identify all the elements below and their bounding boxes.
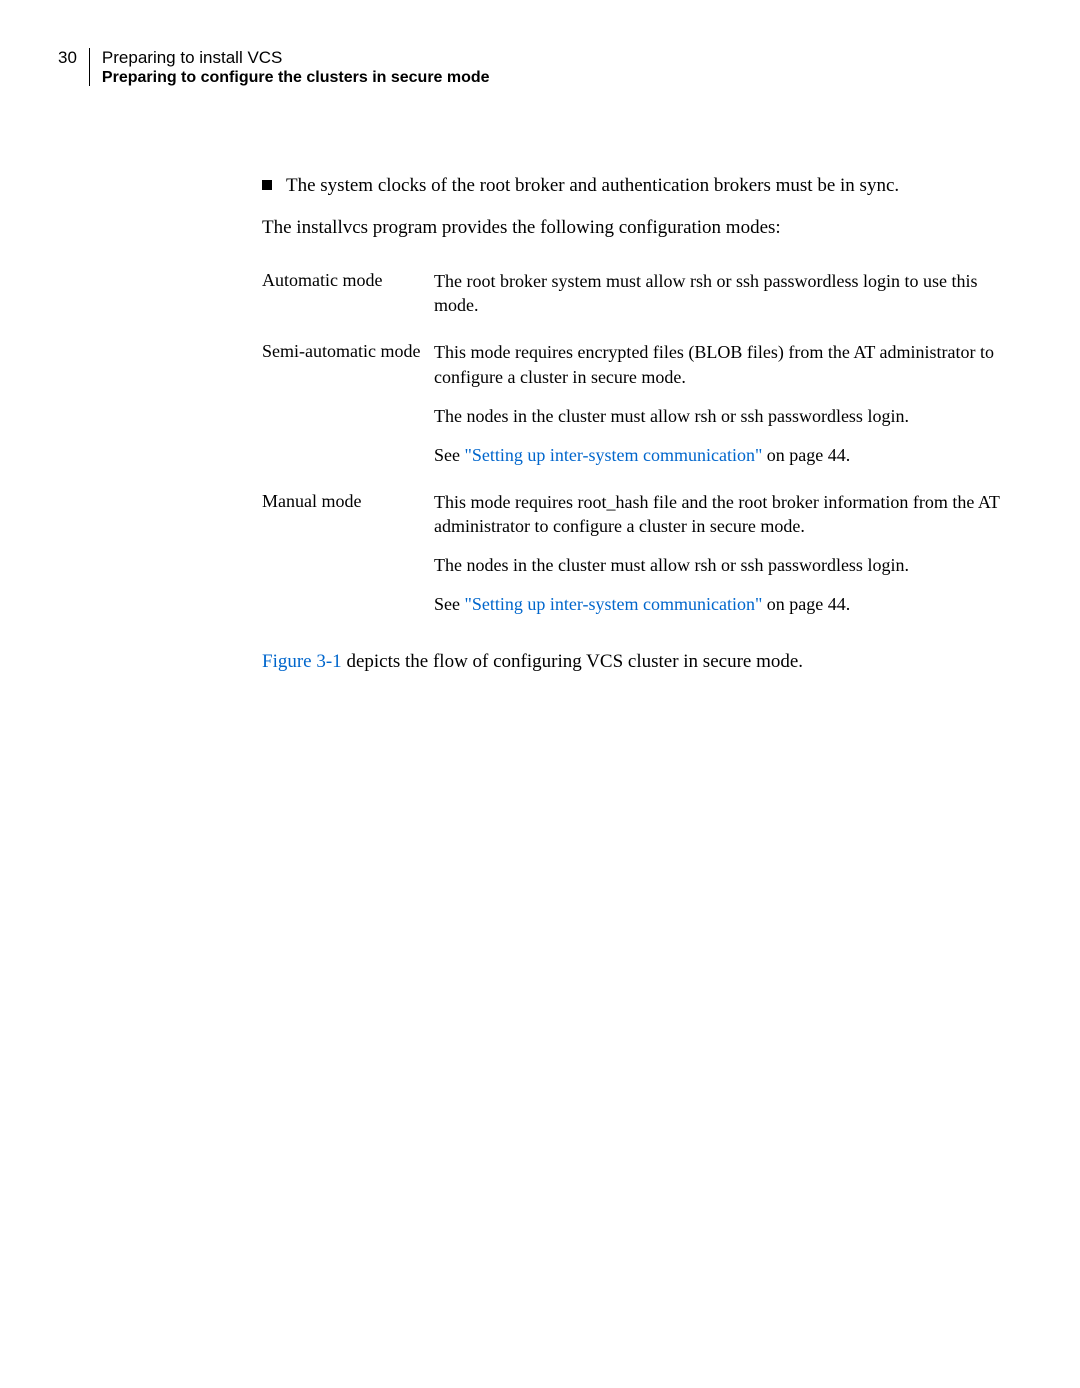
mode-label: Automatic mode xyxy=(262,269,434,291)
mode-label: Manual mode xyxy=(262,490,434,512)
modes-table: Automatic mode The root broker system mu… xyxy=(262,269,1002,617)
link-prefix: See xyxy=(434,594,465,614)
bullet-item: The system clocks of the root broker and… xyxy=(262,173,1002,199)
figure-reference-link[interactable]: Figure 3-1 xyxy=(262,651,342,672)
mode-paragraph: This mode requires root_hash file and th… xyxy=(434,490,1002,540)
mode-paragraph-with-link: See "Setting up inter-system communicati… xyxy=(434,592,1002,617)
footer-paragraph: Figure 3-1 depicts the flow of configuri… xyxy=(262,651,1002,673)
link-suffix: on page 44. xyxy=(762,594,850,614)
page-number: 30 xyxy=(58,48,77,68)
bullet-text: The system clocks of the root broker and… xyxy=(286,173,899,199)
mode-paragraph: This mode requires encrypted files (BLOB… xyxy=(434,340,1002,390)
bullet-marker-icon xyxy=(262,180,272,190)
mode-description: This mode requires encrypted files (BLOB… xyxy=(434,340,1002,467)
mode-label: Semi-automatic mode xyxy=(262,340,434,362)
mode-paragraph-with-link: See "Setting up inter-system communicati… xyxy=(434,443,1002,468)
link-prefix: See xyxy=(434,445,465,465)
cross-reference-link[interactable]: "Setting up inter-system communication" xyxy=(465,594,763,614)
intro-paragraph: The installvcs program provides the foll… xyxy=(262,217,1002,239)
mode-paragraph: The nodes in the cluster must allow rsh … xyxy=(434,404,1002,429)
mode-row-manual: Manual mode This mode requires root_hash… xyxy=(262,490,1002,617)
mode-paragraph: The root broker system must allow rsh or… xyxy=(434,269,1002,319)
mode-row-automatic: Automatic mode The root broker system mu… xyxy=(262,269,1002,319)
mode-description: This mode requires root_hash file and th… xyxy=(434,490,1002,617)
cross-reference-link[interactable]: "Setting up inter-system communication" xyxy=(465,445,763,465)
mode-description: The root broker system must allow rsh or… xyxy=(434,269,1002,319)
header-divider xyxy=(89,48,90,86)
header-title: Preparing to install VCS xyxy=(102,48,490,68)
link-suffix: on page 44. xyxy=(762,445,850,465)
footer-suffix: depicts the flow of configuring VCS clus… xyxy=(342,651,803,672)
mode-paragraph: The nodes in the cluster must allow rsh … xyxy=(434,553,1002,578)
header-text-block: Preparing to install VCS Preparing to co… xyxy=(102,48,490,87)
page-header: 30 Preparing to install VCS Preparing to… xyxy=(58,48,490,87)
header-subtitle: Preparing to configure the clusters in s… xyxy=(102,69,490,87)
page-content: The system clocks of the root broker and… xyxy=(262,173,1002,673)
mode-row-semiautomatic: Semi-automatic mode This mode requires e… xyxy=(262,340,1002,467)
